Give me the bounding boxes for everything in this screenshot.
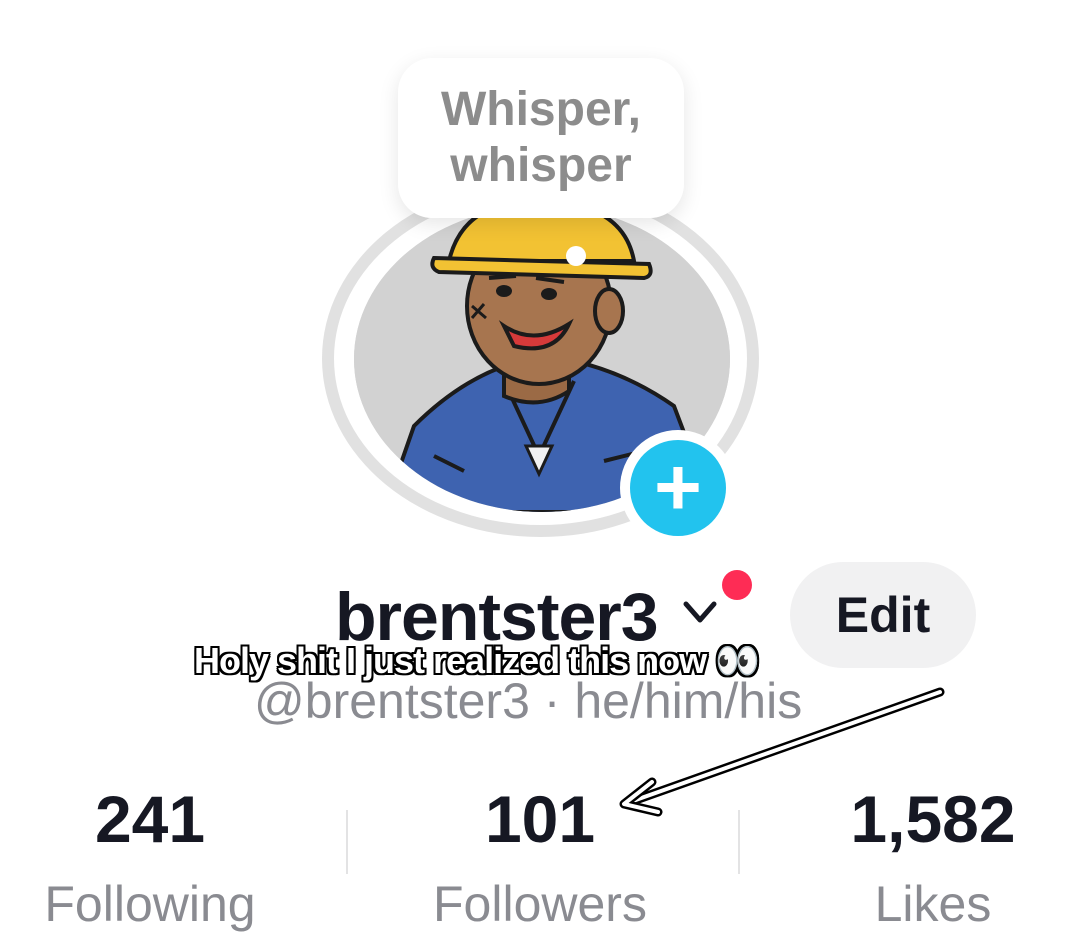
notification-dot (722, 570, 752, 600)
bubble-text-line2: whisper (450, 139, 632, 192)
followers-label: Followers (433, 876, 647, 932)
following-stat[interactable]: 241 Following (40, 784, 260, 934)
bubble-text-line1: Whisper, (440, 83, 642, 136)
following-count: 241 (94, 782, 206, 856)
speech-bubble: Whisper, whisper (398, 58, 684, 218)
stat-divider (346, 810, 348, 874)
add-photo-button[interactable]: + (620, 430, 736, 546)
following-label: Following (44, 876, 256, 932)
plus-icon: + (630, 440, 726, 536)
chevron-down-icon[interactable] (680, 592, 720, 632)
likes-count: 1,582 (850, 782, 1016, 856)
followers-count: 101 (484, 782, 596, 856)
likes-stat[interactable]: 1,582 Likes (818, 784, 1048, 934)
video-caption: Holy shit I just realized this now 👀 (194, 640, 760, 681)
bubble-tail-dot (566, 246, 586, 266)
likes-label: Likes (874, 876, 992, 932)
followers-stat[interactable]: 101 Followers (430, 784, 650, 934)
edit-profile-button[interactable]: Edit (790, 562, 976, 668)
stat-divider (738, 810, 740, 874)
